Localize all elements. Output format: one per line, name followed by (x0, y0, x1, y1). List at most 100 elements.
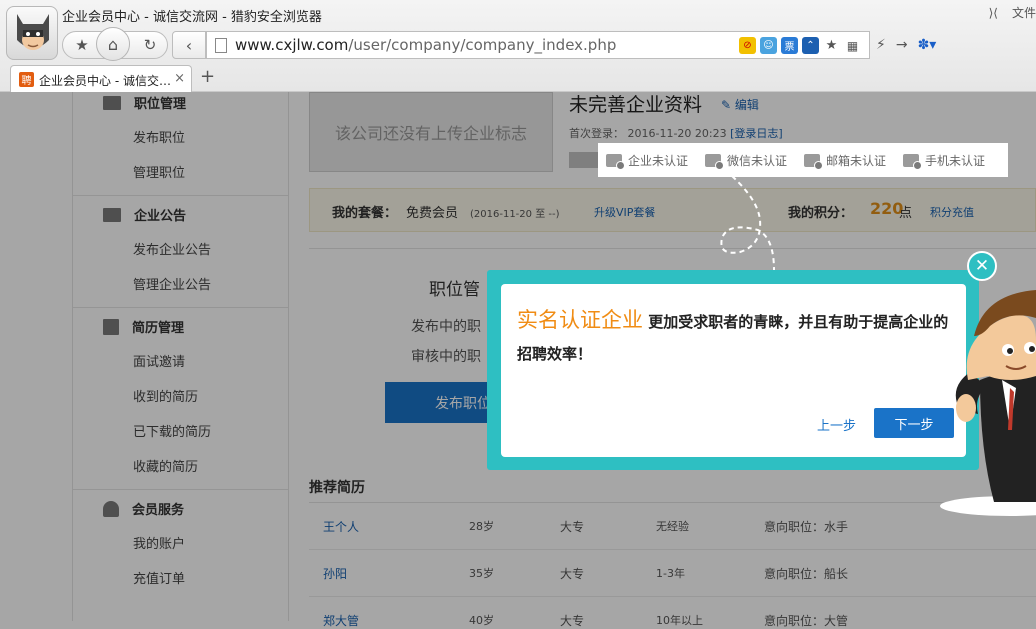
favorite-icon[interactable]: ★ (823, 37, 840, 54)
cert-mobile[interactable]: 手机未认证 (903, 152, 985, 170)
sidebar-item-manage-notices[interactable]: 管理企业公告 (73, 268, 288, 303)
upgrade-vip-link[interactable]: 升级VIP套餐 (594, 204, 655, 220)
resume-age: 28岁 (469, 520, 494, 533)
guide-dialog: 实名认证企业 更加受求职者的青睐，并且有助于提高企业的招聘效率！ 上一步 下一步 (501, 284, 966, 457)
resume-intent: 意向职位：船长 (764, 567, 849, 581)
sidebar-item-my-account[interactable]: 我的账户 (73, 527, 288, 562)
dashed-pointer-line (720, 175, 775, 271)
folder-icon (103, 95, 121, 110)
sidebar-heading: 职位管理 (73, 92, 288, 121)
paw-icon[interactable]: ✽▾ (918, 37, 937, 53)
window-title: 企业会员中心 - 诚信交流网 - 猎豹安全浏览器 (62, 10, 322, 25)
divider (309, 248, 1036, 249)
job-management-title: 职位管 (429, 280, 480, 300)
package-date: (2016-11-20 至 --) (470, 209, 560, 220)
resume-intent: 意向职位：水手 (764, 520, 849, 534)
resume-experience: 1-3年 (656, 567, 685, 580)
tab-bar: 聘 企业会员中心 - 诚信交… × + (0, 64, 1036, 92)
block-icon[interactable]: ⊘ (739, 37, 756, 54)
sidebar-item-received-resumes[interactable]: 收到的简历 (73, 380, 288, 415)
new-tab-button[interactable]: + (200, 66, 215, 87)
folder-icon (103, 207, 121, 222)
recommended-resumes-title: 推荐简历 (309, 480, 365, 496)
favicon: 聘 (19, 72, 34, 87)
company-logo-placeholder[interactable]: 该公司还没有上传企业标志 (309, 92, 553, 172)
resume-experience: 10年以上 (656, 614, 703, 627)
guide-highlight: 实名认证企业 (517, 308, 643, 332)
tab-label: 企业会员中心 - 诚信交… (39, 74, 171, 88)
points-charge-link[interactable]: 积分充值 (930, 204, 974, 220)
url-text[interactable]: www.cxjlw.com/user/company/company_index… (235, 36, 616, 54)
extension-icons: ⊘ ☺ 票 ⌃ ★ ▦ (739, 37, 861, 54)
sidebar-item-publish-job[interactable]: 发布职位 (73, 121, 288, 156)
tab-active[interactable]: 聘 企业会员中心 - 诚信交… × (10, 65, 192, 92)
qr-icon[interactable]: ▦ (844, 37, 861, 54)
cert-email[interactable]: 邮箱未认证 (804, 152, 886, 170)
sidebar-section-resumes: 简历管理 面试邀请 收到的简历 已下载的简历 收藏的简历 (73, 308, 288, 490)
sidebar-heading: 会员服务 (73, 490, 288, 527)
sidebar-item-manage-jobs[interactable]: 管理职位 (73, 156, 288, 191)
first-login: 首次登录： 2016-11-20 20:23 [登录日志] (569, 127, 783, 140)
collapse-icon[interactable]: ⟩⟨ (989, 6, 998, 20)
window-menu[interactable]: ⟩⟨ 文件 (975, 4, 1036, 21)
sidebar-section-notices: 企业公告 发布企业公告 管理企业公告 (73, 196, 288, 308)
wechat-cert-icon (705, 153, 725, 170)
resume-age: 40岁 (469, 614, 494, 627)
resume-icon (103, 318, 119, 335)
prev-step-button[interactable]: 上一步 (817, 415, 856, 434)
back-button[interactable]: ‹ (172, 31, 206, 59)
refresh-icon[interactable]: ↻ (135, 32, 165, 58)
cert-wechat[interactable]: 微信未认证 (705, 152, 787, 170)
package-label: 我的套餐： (332, 206, 398, 221)
star-icon[interactable]: ★ (67, 32, 97, 58)
upload-icon[interactable]: ⌃ (802, 37, 819, 54)
tab-close-icon[interactable]: × (174, 71, 185, 86)
lightning-icon[interactable]: ⚡ (876, 37, 886, 53)
sidebar-item-orders[interactable]: 充值订单 (73, 562, 288, 597)
mobile-cert-icon (903, 153, 923, 170)
ticket-icon[interactable]: 票 (781, 37, 798, 54)
guide-text: 实名认证企业 更加受求职者的青睐，并且有助于提高企业的招聘效率！ (517, 308, 949, 363)
company-name: 未完善企业资料 (569, 94, 703, 116)
table-row: 郑大管 40岁 大专 10年以上 意向职位：大管 (309, 597, 1036, 629)
sidebar-item-interview-invites[interactable]: 面试邀请 (73, 345, 288, 380)
file-menu[interactable]: 文件 (1012, 6, 1036, 20)
resume-name-link[interactable]: 孙阳 (323, 565, 347, 582)
certification-strip: 企业未认证 微信未认证 邮箱未认证 手机未认证 (598, 143, 1008, 177)
package-bar: 我的套餐： 免费会员 (2016-11-20 至 --) 升级VIP套餐 我的积… (309, 188, 1036, 232)
forward-arrow-icon[interactable]: → (896, 37, 908, 53)
resume-education: 大专 (560, 614, 585, 628)
chat-icon[interactable]: ☺ (760, 37, 777, 54)
address-bar[interactable]: www.cxjlw.com/user/company/company_index… (206, 31, 870, 59)
sidebar-item-publish-notice[interactable]: 发布企业公告 (73, 233, 288, 268)
browser-chrome: 企业会员中心 - 诚信交流网 - 猎豹安全浏览器 ⟩⟨ 文件 ★ ↻ ⌂ ‹ ww… (0, 0, 1036, 92)
user-icon (103, 500, 119, 517)
login-log-link[interactable]: [登录日志] (730, 127, 783, 140)
home-button[interactable]: ⌂ (96, 27, 130, 61)
sidebar-item-saved-resumes[interactable]: 收藏的简历 (73, 450, 288, 485)
edit-link[interactable]: ✎ 编辑 (721, 96, 759, 113)
sidebar-heading: 简历管理 (73, 308, 288, 345)
sidebar-section-jobs: 职位管理 发布职位 管理职位 (73, 92, 288, 196)
mascot-illustration (940, 290, 1036, 516)
edit-icon: ✎ (721, 98, 732, 112)
close-icon[interactable]: ✕ (967, 251, 997, 281)
resume-name-link[interactable]: 王个人 (323, 518, 359, 535)
chevron-left-icon: ‹ (185, 35, 193, 55)
cert-company[interactable]: 企业未认证 (606, 152, 688, 170)
sidebar: 职位管理 发布职位 管理职位 企业公告 发布企业公告 管理企业公告 简历管理 面… (72, 92, 289, 621)
resume-age: 35岁 (469, 567, 494, 580)
resume-name-link[interactable]: 郑大管 (323, 612, 359, 629)
points-label: 我的积分： (788, 206, 854, 221)
table-row: 孙阳 35岁 大专 1-3年 意向职位：船长 (309, 550, 1036, 597)
package-value: 免费会员 (406, 206, 459, 221)
toolbar-right: ⚡ → ✽▾ (876, 31, 936, 59)
jobs-pending-count: 审核中的职 (411, 349, 481, 365)
home-icon: ⌂ (107, 34, 119, 54)
cert-icon (569, 152, 599, 168)
resume-intent: 意向职位：大管 (764, 614, 849, 628)
resume-experience: 无经验 (656, 520, 689, 533)
resume-education: 大专 (560, 520, 585, 534)
browser-logo[interactable] (6, 6, 58, 60)
sidebar-item-downloaded-resumes[interactable]: 已下载的简历 (73, 415, 288, 450)
